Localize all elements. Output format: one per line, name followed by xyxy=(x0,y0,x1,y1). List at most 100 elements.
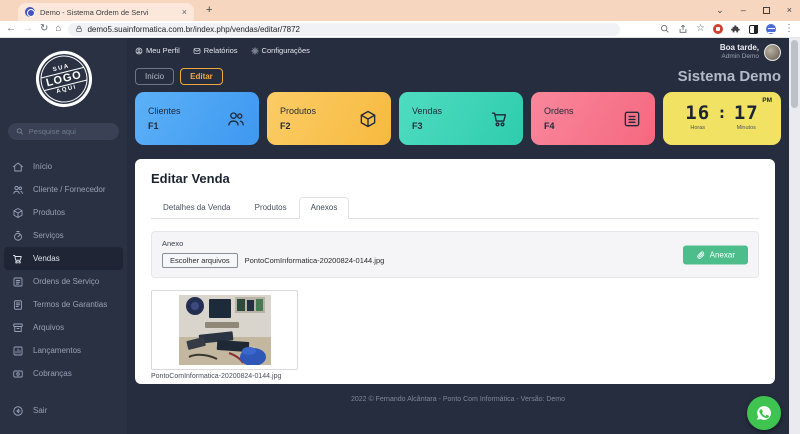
tab-detalhes-da-venda[interactable]: Detalhes da Venda xyxy=(151,197,243,218)
card-key: F4 xyxy=(544,119,574,133)
card-label: Vendas xyxy=(412,104,442,118)
card-label: Clientes xyxy=(148,104,181,118)
adblock-extension-icon[interactable] xyxy=(713,24,723,34)
gear-icon xyxy=(251,47,259,55)
sidebar-item-lancamentos[interactable]: Lançamentos xyxy=(4,339,123,362)
pill-inicio[interactable]: Início xyxy=(135,68,174,85)
window-menu-icon[interactable]: ⌄ xyxy=(716,5,724,16)
browser-menu-icon[interactable]: ⋮ xyxy=(784,24,794,34)
sidebar-item-inicio[interactable]: Início xyxy=(4,155,123,178)
sidebar-item-cliente-fornecedor[interactable]: Cliente / Fornecedor xyxy=(4,178,123,201)
user-greeting: Boa tarde, Admin Demo xyxy=(720,43,781,61)
search-input[interactable] xyxy=(29,127,111,136)
browser-titlebar: Demo - Sistema Ordem de Servi × + ⌄ – × xyxy=(0,0,800,21)
sidebar-item-label: Produtos xyxy=(33,208,65,217)
tab-produtos[interactable]: Produtos xyxy=(243,197,299,218)
profile-extension-icon[interactable] xyxy=(766,24,776,34)
pill-editar[interactable]: Editar xyxy=(180,68,223,85)
whatsapp-button[interactable] xyxy=(747,396,781,430)
logout-icon xyxy=(12,405,24,417)
attach-button-label: Anexar xyxy=(710,250,735,259)
browser-tab[interactable]: Demo - Sistema Ordem de Servi × xyxy=(18,3,194,21)
sidebar-item-ordens-de-servico[interactable]: Ordens de Serviço xyxy=(4,270,123,293)
edit-sale-panel: Editar Venda Detalhes da Venda Produtos … xyxy=(135,159,775,384)
sidebar-item-label: Serviços xyxy=(33,231,64,240)
package-icon xyxy=(358,109,378,129)
money-icon xyxy=(12,368,24,380)
choose-files-button[interactable]: Escolher arquivos xyxy=(162,253,238,268)
url-input[interactable]: demo5.suainformatica.com.br/index.php/ve… xyxy=(68,23,620,36)
breadcrumb-pills: Início Editar Sistema Demo xyxy=(127,61,789,85)
tab-close-icon[interactable]: × xyxy=(182,8,187,17)
sidebar-item-termos-de-garantias[interactable]: Termos de Garantias xyxy=(4,293,123,316)
card-clock: PM 16 Horas : 17 Minutos xyxy=(663,92,781,145)
clock-minutes-label: Minutos xyxy=(734,125,759,131)
window-minimize-button[interactable]: – xyxy=(741,5,746,15)
page-scrollbar[interactable] xyxy=(789,38,800,434)
card-vendas[interactable]: Vendas F3 xyxy=(399,92,523,145)
sidebar-menu: Início Cliente / Fornecedor Produtos Ser… xyxy=(0,155,127,385)
attachment-photo xyxy=(179,295,271,365)
back-icon[interactable]: ← xyxy=(6,24,16,34)
tab-anexos[interactable]: Anexos xyxy=(299,197,350,219)
list-icon xyxy=(622,109,642,129)
avatar[interactable] xyxy=(764,44,781,61)
reload-icon[interactable]: ↻ xyxy=(40,24,48,34)
users-icon xyxy=(12,184,24,196)
sidebar-item-sair[interactable]: Sair xyxy=(4,399,123,422)
extensions-puzzle-icon[interactable] xyxy=(731,24,741,34)
topbar-link-label: Configurações xyxy=(262,46,310,55)
main-content: Meu Perfil Relatórios Configurações Boa … xyxy=(127,38,789,434)
system-title: Sistema Demo xyxy=(678,68,781,85)
sidebar-item-label: Arquivos xyxy=(33,323,64,332)
share-icon[interactable] xyxy=(678,24,688,34)
cart-icon xyxy=(12,253,24,265)
document-icon xyxy=(12,299,24,311)
sidebar: SUA LOGO AQUI Início Cliente / Fornecedo… xyxy=(0,38,127,434)
sidebar-item-arquivos[interactable]: Arquivos xyxy=(4,316,123,339)
sidebar-item-vendas[interactable]: Vendas xyxy=(4,247,123,270)
attach-button[interactable]: Anexar xyxy=(683,245,748,264)
sidebar-item-produtos[interactable]: Produtos xyxy=(4,201,123,224)
darkmode-extension-icon[interactable] xyxy=(749,25,758,34)
bookmark-star-icon[interactable]: ☆ xyxy=(696,24,705,34)
sidebar-item-servicos[interactable]: Serviços xyxy=(4,224,123,247)
forward-icon[interactable]: → xyxy=(23,24,33,34)
browser-tab-title: Demo - Sistema Ordem de Servi xyxy=(40,8,177,17)
window-close-button[interactable]: × xyxy=(787,5,792,15)
sidebar-item-label: Início xyxy=(33,162,52,171)
lock-icon xyxy=(75,25,83,33)
zoom-icon[interactable] xyxy=(660,24,670,34)
card-label: Ordens xyxy=(544,104,574,118)
search-icon xyxy=(16,127,24,136)
users-icon xyxy=(226,109,246,129)
window-maximize-button[interactable] xyxy=(763,7,770,14)
sidebar-item-cobrancas[interactable]: Cobranças xyxy=(4,362,123,385)
home-icon xyxy=(12,161,24,173)
browser-address-bar: ← → ↻ ⌂ demo5.suainformatica.com.br/inde… xyxy=(0,21,800,38)
attachment-thumbnail[interactable] xyxy=(151,290,298,370)
card-produtos[interactable]: Produtos F2 xyxy=(267,92,391,145)
footer-text: 2022 © Fernando Alcântara - Ponto Com In… xyxy=(127,396,789,403)
clock-hours-label: Horas xyxy=(685,125,710,131)
topbar-link-label: Meu Perfil xyxy=(146,46,180,55)
username-text: Admin Demo xyxy=(720,53,759,61)
home-icon[interactable]: ⌂ xyxy=(55,24,61,34)
sidebar-search[interactable] xyxy=(8,123,119,140)
scrollbar-thumb[interactable] xyxy=(791,40,798,108)
envelope-icon xyxy=(193,47,201,55)
topbar-configuracoes[interactable]: Configurações xyxy=(251,46,310,55)
selected-file-name: PontoComInformatica-20200824-0144.jpg xyxy=(245,256,385,265)
new-tab-button[interactable]: + xyxy=(206,4,212,16)
topbar-relatorios[interactable]: Relatórios xyxy=(193,46,238,55)
card-ordens[interactable]: Ordens F4 xyxy=(531,92,655,145)
cart-icon xyxy=(490,109,510,129)
card-key: F1 xyxy=(148,119,181,133)
profile-icon xyxy=(135,47,143,55)
topbar-link-label: Relatórios xyxy=(204,46,238,55)
card-clientes[interactable]: Clientes F1 xyxy=(135,92,259,145)
topbar-meu-perfil[interactable]: Meu Perfil xyxy=(135,46,180,55)
whatsapp-icon xyxy=(754,403,774,423)
clock-separator: : xyxy=(717,104,727,121)
greeting-text: Boa tarde, xyxy=(720,43,759,53)
